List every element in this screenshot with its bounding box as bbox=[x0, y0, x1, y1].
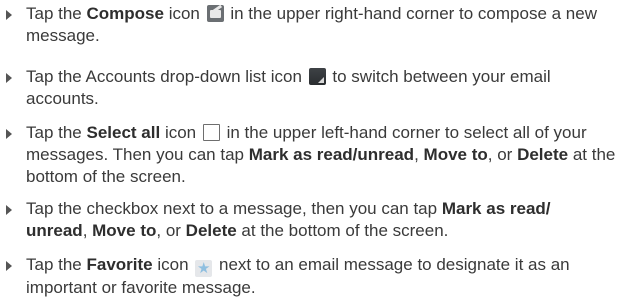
bullet-arrow-icon bbox=[6, 10, 12, 20]
bullet-arrow-icon bbox=[6, 129, 12, 139]
list-item: Tap the Select all icon in the upper lef… bbox=[4, 122, 616, 188]
list-item-text: Tap the checkbox next to a message, then… bbox=[26, 199, 551, 240]
favorite-star-icon: ★ bbox=[195, 260, 213, 277]
compose-icon bbox=[206, 5, 224, 22]
list-item-text: Tap the Accounts drop-down list icon to … bbox=[26, 67, 551, 108]
list-item: Tap the Accounts drop-down list icon to … bbox=[4, 66, 616, 110]
list-item: Tap the Compose icon in the upper right-… bbox=[4, 3, 616, 47]
accounts-dropdown-icon bbox=[308, 68, 326, 85]
list-item-text: Tap the Favorite icon ★ next to an email… bbox=[26, 255, 570, 297]
select-all-icon bbox=[202, 124, 220, 141]
bullet-arrow-icon bbox=[6, 73, 12, 83]
bullet-arrow-icon bbox=[6, 205, 12, 215]
list-item-text: Tap the Select all icon in the upper lef… bbox=[26, 123, 616, 186]
list-item: Tap the checkbox next to a message, then… bbox=[4, 198, 616, 242]
bullet-arrow-icon bbox=[6, 261, 12, 271]
list-item-text: Tap the Compose icon in the upper right-… bbox=[26, 4, 597, 45]
list-item: Tap the Favorite icon ★ next to an email… bbox=[4, 254, 616, 299]
